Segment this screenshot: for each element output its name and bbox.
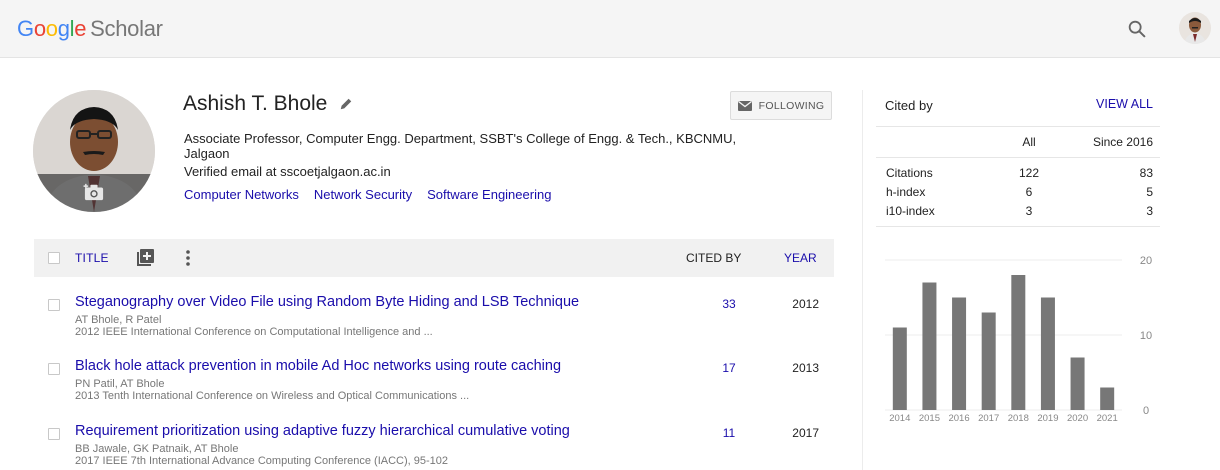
article-title[interactable]: Black hole attack prevention in mobile A… — [75, 358, 561, 374]
stats-divider — [876, 226, 1160, 227]
article-row: Steganography over Video File using Rand… — [34, 294, 834, 354]
article-year: 2012 — [792, 297, 819, 311]
article-title[interactable]: Requirement prioritization using adaptiv… — [75, 423, 570, 439]
y-tick-label: 10 — [1140, 330, 1152, 342]
x-tick-label: 2019 — [1037, 413, 1058, 424]
chart-bar[interactable] — [952, 297, 967, 411]
side-divider — [862, 90, 863, 470]
x-tick-label: 2014 — [889, 413, 910, 424]
article-authors: BB Jawale, GK Patnaik, AT Bhole — [75, 443, 239, 455]
x-tick-label: 2018 — [1008, 413, 1029, 424]
article-row: Black hole attack prevention in mobile A… — [34, 358, 834, 418]
article-year: 2013 — [792, 361, 819, 375]
article-checkbox[interactable] — [48, 363, 60, 375]
article-venue: 2013 Tenth International Conference on W… — [75, 390, 470, 402]
interest-link[interactable]: Network Security — [314, 187, 412, 202]
edit-pencil-icon[interactable] — [339, 97, 353, 111]
col-since: Since 2016 — [1092, 135, 1153, 149]
chart-bar[interactable] — [1070, 357, 1085, 411]
sort-by-title[interactable]: TITLE — [75, 251, 109, 265]
citations-chart-svg: 0 10 20 2014 2015 2016 2017 2018 2019 2020 2021 — [885, 255, 1152, 424]
chart-bar[interactable] — [922, 282, 937, 411]
y-tick-label: 0 — [1143, 405, 1149, 417]
x-tick-label: 2016 — [948, 413, 969, 424]
x-tick-label: 2020 — [1067, 413, 1088, 424]
cited-by-title: Cited by — [885, 98, 933, 113]
article-checkbox[interactable] — [48, 299, 60, 311]
stat-all: 122 — [1018, 166, 1040, 180]
article-cited-by[interactable]: 17 — [714, 361, 744, 375]
stats-row: i10-index 3 3 — [876, 204, 1160, 221]
search-icon[interactable] — [1126, 18, 1148, 40]
envelope-icon — [737, 100, 752, 111]
stat-since: 83 — [1139, 166, 1153, 180]
google-scholar-logo[interactable]: Google Scholar — [17, 16, 163, 42]
articles-table-header: TITLE CITED BY YEAR — [34, 239, 834, 277]
stat-all: 6 — [1025, 185, 1033, 199]
add-articles-icon[interactable] — [136, 249, 154, 267]
x-tick-label: 2017 — [978, 413, 999, 424]
profile-affiliation: Associate Professor, Computer Engg. Depa… — [184, 131, 737, 161]
col-all: All — [1022, 135, 1036, 149]
profile-name-row: Ashish T. Bhole — [183, 92, 353, 116]
more-options-icon[interactable] — [185, 249, 191, 267]
article-title[interactable]: Steganography over Video File using Rand… — [75, 294, 579, 310]
stat-since: 5 — [1146, 185, 1153, 199]
citation-stats-header: All Since 2016 — [876, 126, 1160, 158]
interest-link[interactable]: Computer Networks — [184, 187, 299, 202]
article-authors: AT Bhole, R Patel — [75, 314, 162, 326]
research-interests: Computer Networks Network Security Softw… — [184, 187, 551, 202]
logo-scholar-text: Scholar — [90, 16, 163, 41]
citations-chart: 0 10 20 2014 2015 2016 2017 2018 2019 2020 2021 — [876, 240, 1166, 430]
logo-letter: o — [45, 16, 58, 41]
following-button[interactable]: FOLLOWING — [730, 91, 832, 120]
camera-icon[interactable] — [83, 182, 105, 202]
logo-letter: e — [74, 16, 87, 41]
logo-letter: o — [33, 16, 46, 41]
stats-row: h-index 6 5 — [876, 185, 1160, 202]
stats-row: Citations 122 83 — [876, 166, 1160, 183]
article-row: Requirement prioritization using adaptiv… — [34, 423, 834, 470]
photo-overlay — [33, 174, 155, 212]
stat-label[interactable]: i10-index — [886, 204, 935, 218]
interest-link[interactable]: Software Engineering — [427, 187, 551, 202]
stat-all: 3 — [1025, 204, 1033, 218]
stat-label[interactable]: Citations — [886, 166, 933, 180]
stat-label[interactable]: h-index — [886, 185, 925, 199]
article-venue: 2012 IEEE International Conference on Co… — [75, 326, 433, 338]
chart-bar[interactable] — [1040, 297, 1055, 411]
profile-name: Ashish T. Bhole — [183, 92, 328, 115]
chart-bar[interactable] — [981, 312, 996, 411]
x-tick-label: 2015 — [919, 413, 940, 424]
article-authors: PN Patil, AT Bhole — [75, 378, 165, 390]
select-all-checkbox[interactable] — [48, 252, 60, 264]
following-label: FOLLOWING — [758, 99, 825, 112]
account-avatar[interactable] — [1179, 12, 1211, 44]
profile-email: Verified email at sscoetjalgaon.ac.in — [184, 164, 391, 179]
view-all-link[interactable]: VIEW ALL — [1080, 97, 1153, 111]
top-bar: Google Scholar — [0, 0, 1220, 58]
article-cited-by[interactable]: 33 — [714, 297, 744, 311]
sort-by-year[interactable]: YEAR — [784, 251, 817, 265]
x-tick-label: 2021 — [1097, 413, 1118, 424]
sort-by-cited[interactable]: CITED BY — [686, 251, 741, 265]
chart-bar[interactable] — [1011, 275, 1026, 410]
chart-bar[interactable] — [892, 327, 907, 411]
y-tick-label: 20 — [1140, 255, 1152, 267]
logo-letter: g — [57, 16, 70, 41]
article-venue: 2017 IEEE 7th International Advance Comp… — [75, 455, 449, 467]
article-checkbox[interactable] — [48, 428, 60, 440]
article-year: 2017 — [792, 426, 819, 440]
profile-photo[interactable] — [33, 90, 155, 212]
article-cited-by[interactable]: 11 — [714, 426, 744, 440]
stat-since: 3 — [1146, 204, 1153, 218]
chart-bar[interactable] — [1100, 387, 1115, 411]
logo-letter: G — [17, 16, 34, 41]
